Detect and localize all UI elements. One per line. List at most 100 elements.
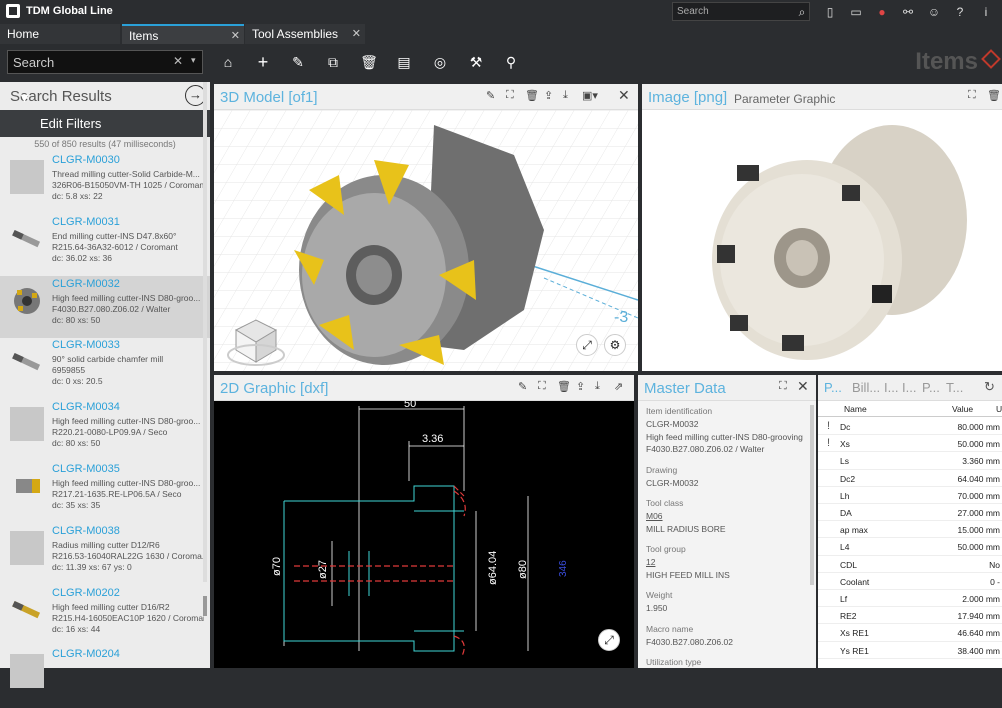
help-icon[interactable]: ? [950, 2, 970, 22]
table-row[interactable]: Xs RE1 46.640 mm [818, 624, 1002, 642]
add-icon[interactable]: + [252, 52, 274, 72]
tab-bill[interactable]: Bill... [852, 380, 880, 395]
model-3d-viewport[interactable]: -3 [214, 110, 638, 371]
delete-icon[interactable]: 🗑 [557, 380, 571, 393]
table-row[interactable]: ap max 15.000 mm [818, 521, 1002, 539]
upload-icon[interactable]: ⇪ [544, 89, 553, 102]
item-code[interactable]: CLGR-M0035 [52, 463, 120, 475]
report-icon[interactable]: ▤ [393, 52, 415, 72]
wrench-icon[interactable]: ⚲ [500, 52, 522, 72]
expand-icon[interactable]: ⛶ [506, 89, 514, 102]
list-item[interactable]: CLGR-M0031 End milling cutter-INS D47.8x6… [0, 214, 210, 276]
close-icon[interactable]: ✕ [618, 87, 630, 104]
table-row[interactable]: DA 27.000 mm [818, 504, 1002, 522]
table-row[interactable]: ! Dc 80.000 mm [818, 418, 1002, 436]
upload-icon[interactable]: ⇪ [576, 380, 585, 393]
delete-icon[interactable]: 🗑 [358, 52, 380, 72]
item-code[interactable]: CLGR-M0202 [52, 587, 120, 599]
chat-icon[interactable]: ▭ [846, 2, 866, 22]
delete-icon[interactable]: 🗑 [987, 89, 1001, 102]
item-code[interactable]: CLGR-M0034 [52, 401, 120, 413]
table-row[interactable]: Lh 70.000 mm [818, 487, 1002, 504]
chevron-down-icon[interactable]: ▾ [191, 55, 196, 66]
table-row[interactable]: CDL No [818, 556, 1002, 573]
field-value[interactable]: 12 [646, 557, 655, 567]
item-code[interactable]: CLGR-M0033 [52, 339, 120, 351]
tab-i2[interactable]: I... [902, 380, 916, 395]
item-description: Radius milling cutter D12/R6 [52, 539, 160, 550]
list-item[interactable]: CLGR-M0034 High feed milling cutter-INS D… [0, 399, 210, 461]
tab-p[interactable]: P... [922, 380, 940, 395]
refresh-icon[interactable]: ↻ [984, 379, 995, 395]
tab-home[interactable]: Home [0, 24, 120, 44]
column-unit[interactable]: U [996, 404, 1002, 414]
tab-items[interactable]: Items ✕ [122, 24, 244, 44]
download-icon[interactable]: ⤓ [563, 89, 568, 102]
gear-icon[interactable]: ⚙ [604, 334, 626, 356]
table-row[interactable]: Lf 2.000 mm [818, 590, 1002, 608]
edit-filters-button[interactable]: Edit Filters [0, 110, 210, 137]
axis-label: -3 [614, 309, 628, 326]
item-code[interactable]: CLGR-M0030 [52, 154, 120, 166]
compare-icon[interactable]: ◎ [429, 52, 451, 72]
item-dims: dc: 35 xs: 35 [52, 500, 101, 510]
tool-icon[interactable]: ⚒ [465, 52, 487, 72]
search-icon[interactable]: ⌕ [792, 2, 812, 22]
list-item[interactable]: CLGR-M0032 High feed milling cutter-INS D… [0, 275, 210, 338]
list-item[interactable]: CLGR-M0035 High feed milling cutter-INS D… [0, 461, 210, 523]
document-icon[interactable]: ▯ [820, 2, 840, 22]
expand-icon[interactable]: ⛶ [779, 380, 787, 393]
expand-icon[interactable]: ⛶ [968, 89, 976, 102]
table-row[interactable]: L4 50.000 mm [818, 538, 1002, 556]
close-icon[interactable]: ✕ [797, 378, 809, 395]
list-item[interactable]: CLGR-M0038 Radius milling cutter D12/R6 R2… [0, 523, 210, 585]
table-row[interactable]: Dc2 64.040 mm [818, 470, 1002, 487]
expand-icon[interactable]: ⛶ [538, 380, 546, 393]
edit-icon[interactable]: ✎ [287, 52, 309, 72]
tab-parameters[interactable]: P... [824, 380, 842, 395]
table-row[interactable]: ! Xs 50.000 mm [818, 435, 1002, 453]
copy-icon[interactable]: ⧉ [322, 52, 344, 72]
alert-icon[interactable]: ● [872, 2, 892, 22]
column-value[interactable]: Value [952, 404, 973, 414]
scrollbar-thumb[interactable] [203, 596, 207, 616]
edit-icon[interactable]: ✎ [518, 380, 527, 393]
table-row[interactable]: RE2 17.940 mm [818, 607, 1002, 625]
scrollbar[interactable] [810, 405, 814, 585]
table-row[interactable]: Ys RE1 38.400 mm [818, 642, 1002, 659]
fullscreen-icon[interactable]: ⤢ [576, 334, 598, 356]
tab-t[interactable]: T... [946, 380, 963, 395]
close-icon[interactable]: ✕ [352, 27, 361, 40]
column-name[interactable]: Name [844, 404, 867, 414]
download-icon[interactable]: ⤓ [595, 380, 600, 393]
clear-icon[interactable]: ✕ [173, 54, 183, 68]
tab-i1[interactable]: I... [884, 380, 898, 395]
field-value: MILL RADIUS BORE [646, 523, 726, 534]
dxf-drawing[interactable]: 50 3.36 ø70 ø27 ø64.04 ø80 346 [214, 401, 634, 668]
info-icon[interactable]: i [976, 2, 996, 22]
list-item[interactable]: CLGR-M0202 High feed milling cutter D16/R… [0, 585, 210, 647]
global-search-input[interactable]: Search [672, 2, 810, 21]
share-icon[interactable]: ⇗ [614, 380, 623, 393]
scrollbar[interactable] [203, 82, 207, 582]
home-icon[interactable]: ⌂ [217, 52, 239, 72]
table-row[interactable]: Coolant 0 - [818, 573, 1002, 590]
item-code[interactable]: CLGR-M0031 [52, 216, 120, 228]
item-code[interactable]: CLGR-M0204 [52, 648, 120, 660]
list-item[interactable]: CLGR-M0030 Thread milling cutter-Solid Ca… [0, 152, 210, 214]
item-code[interactable]: CLGR-M0032 [52, 278, 120, 290]
delete-icon[interactable]: 🗑 [525, 89, 539, 102]
parameters-header: Name Value U [818, 401, 1002, 417]
user-icon[interactable]: ☺ [924, 2, 944, 22]
list-item[interactable]: CLGR-M0204 [0, 646, 210, 708]
field-value[interactable]: M06 [646, 511, 663, 521]
close-icon[interactable]: ✕ [231, 29, 240, 42]
list-item[interactable]: CLGR-M0033 90° solid carbide chamfer mill… [0, 337, 210, 399]
table-row[interactable]: Ls 3.360 mm [818, 452, 1002, 470]
tab-tool-assemblies[interactable]: Tool Assemblies ✕ [245, 24, 365, 44]
connection-icon[interactable]: ⚯ [898, 2, 918, 22]
fullscreen-icon[interactable]: ⤢ [598, 629, 620, 651]
edit-icon[interactable]: ✎ [486, 89, 495, 102]
item-code[interactable]: CLGR-M0038 [52, 525, 120, 537]
save-icon[interactable]: ▣▾ [582, 89, 598, 102]
